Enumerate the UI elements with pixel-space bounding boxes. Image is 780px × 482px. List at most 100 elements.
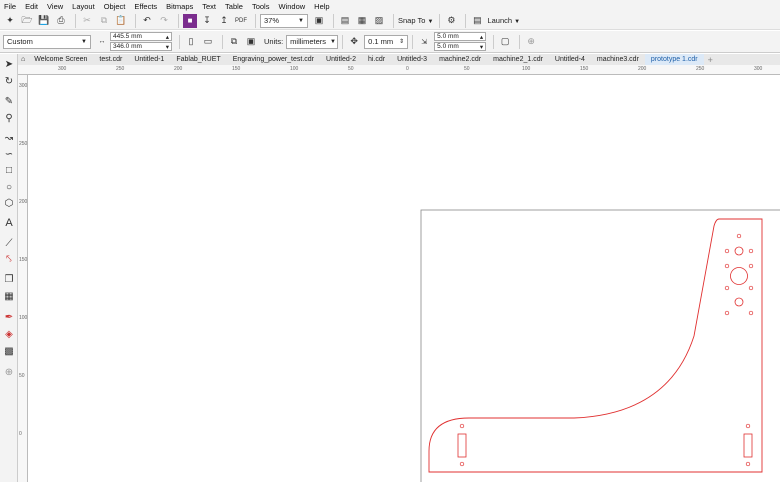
connector-tool-icon[interactable]: ⤣ <box>2 252 16 266</box>
zoom-level-combo[interactable]: 37% ▼ <box>260 13 308 28</box>
tab-document[interactable]: machine2.cdr <box>433 54 487 65</box>
ruler-tick-label: 250 <box>19 141 28 147</box>
save-icon[interactable]: 💾 <box>37 14 51 28</box>
menu-window[interactable]: Window <box>278 2 305 11</box>
export-icon[interactable]: ↥ <box>217 14 231 28</box>
page-width-field[interactable]: 445.5 mm ▴ <box>110 32 172 41</box>
zoom-tool-icon[interactable]: ⚲ <box>2 111 16 125</box>
menu-table[interactable]: Table <box>225 2 243 11</box>
options-gear-icon[interactable]: ⚙ <box>444 14 458 28</box>
ruler-tick-label: 150 <box>580 66 589 72</box>
freehand-tool-icon[interactable]: ↝ <box>2 131 16 145</box>
duplicate-y-field[interactable]: 5.0 mm ▾ <box>434 42 487 51</box>
tab-document[interactable]: machine3.cdr <box>591 54 645 65</box>
cut-icon[interactable]: ✂ <box>80 14 94 28</box>
eyedropper-tool-icon[interactable]: ✒ <box>2 310 16 324</box>
duplicate-distance-icon: ⇲ <box>421 38 428 46</box>
publish-pdf-icon[interactable]: PDF <box>234 14 248 28</box>
pick-tool-icon[interactable]: ➤ <box>2 57 16 71</box>
page-height-field[interactable]: 346.0 mm ▾ <box>110 42 172 51</box>
page-height-value: 346.0 mm <box>113 43 142 50</box>
all-pages-icon[interactable]: ⧉ <box>227 35 241 49</box>
landscape-icon[interactable]: ▭ <box>201 35 215 49</box>
ruler-tick-label: 200 <box>19 199 28 205</box>
ruler-tick-label: 50 <box>464 66 470 72</box>
tab-document[interactable]: hi.cdr <box>362 54 391 65</box>
snap-to-dropdown[interactable]: Snap To ▼ <box>398 16 433 25</box>
polygon-tool-icon[interactable]: ⬡ <box>2 196 16 210</box>
tab-document[interactable]: Engraving_power_test.cdr <box>227 54 320 65</box>
undo-icon[interactable]: ↶ <box>140 14 154 28</box>
ellipse-tool-icon[interactable]: ○ <box>2 180 16 194</box>
page-size-combo[interactable]: Custom ▼ <box>3 34 91 49</box>
open-folder-icon[interactable]: 🗁 <box>20 14 34 28</box>
separator <box>493 34 495 49</box>
search-content-icon[interactable]: ■ <box>183 13 197 28</box>
show-guidelines-icon[interactable]: ▨ <box>372 14 386 28</box>
tab-document[interactable]: machine2_1.cdr <box>487 54 549 65</box>
portrait-icon[interactable]: ▯ <box>184 35 198 49</box>
add-icon[interactable]: ⊕ <box>524 35 538 49</box>
interactive-fill-icon[interactable]: ◈ <box>2 327 16 341</box>
text-tool-icon[interactable]: A <box>2 216 16 230</box>
parallel-dimension-icon[interactable]: ⟋ <box>2 236 16 250</box>
add-tool-icon[interactable]: ⊕ <box>2 365 16 379</box>
menu-file[interactable]: File <box>4 2 16 11</box>
tab-document[interactable]: prototype 1.cdr <box>644 54 704 65</box>
redo-icon[interactable]: ↷ <box>157 14 171 28</box>
drop-shadow-icon[interactable]: ❐ <box>2 272 16 286</box>
ruler-tick-label: 50 <box>348 66 354 72</box>
ruler-tick-label: 200 <box>174 66 183 72</box>
units-combo[interactable]: millimeters ▼ <box>286 34 339 49</box>
property-bar: Custom ▼ ↔ 445.5 mm ▴ 346.0 mm ▾ ▯ ▭ ⧉ ▣ Un… <box>0 31 780 53</box>
menu-edit[interactable]: Edit <box>25 2 38 11</box>
tab-document[interactable]: Untitled-4 <box>549 54 591 65</box>
home-icon[interactable]: ⌂ <box>18 54 28 65</box>
page-width-value: 445.5 mm <box>113 33 142 40</box>
shape-tool-icon[interactable]: ↻ <box>2 74 16 88</box>
show-rulers-icon[interactable]: ▤ <box>338 14 352 28</box>
tab-document[interactable]: Untitled-3 <box>391 54 433 65</box>
full-screen-icon[interactable]: ▣ <box>312 14 326 28</box>
duplicate-x-field[interactable]: 5.0 mm ▴ <box>434 32 487 41</box>
menu-object[interactable]: Object <box>104 2 126 11</box>
nudge-distance-field[interactable]: 0.1 mm ⇕ <box>364 34 409 49</box>
ruler-tick-label: 100 <box>19 315 28 321</box>
show-grid-icon[interactable]: ▦ <box>355 14 369 28</box>
tab-document[interactable]: test.cdr <box>93 54 128 65</box>
menu-effects[interactable]: Effects <box>134 2 157 11</box>
chevron-down-icon: ▼ <box>81 38 87 45</box>
smart-fill-icon[interactable]: ▩ <box>2 344 16 358</box>
vertical-ruler[interactable]: 300 250 200 150 100 50 0 <box>18 75 28 482</box>
paste-icon[interactable]: 📋 <box>114 14 128 28</box>
current-page-icon[interactable]: ▣ <box>244 35 258 49</box>
menu-tools[interactable]: Tools <box>252 2 270 11</box>
copy-icon[interactable]: ⧉ <box>97 14 111 28</box>
treat-as-filled-icon[interactable]: ▢ <box>498 35 512 49</box>
transparency-tool-icon[interactable]: ▦ <box>2 289 16 303</box>
print-icon[interactable]: ⎙ <box>54 14 68 28</box>
import-icon[interactable]: ↧ <box>200 14 214 28</box>
menu-bitmaps[interactable]: Bitmaps <box>166 2 193 11</box>
launch-icon[interactable]: ▤ <box>470 14 484 28</box>
launch-dropdown[interactable]: Launch ▼ <box>487 16 520 25</box>
menu-bar: File Edit View Layout Object Effects Bitmaps Te… <box>0 0 780 12</box>
standard-toolbar: ✦ 🗁 💾 ⎙ ✂ ⧉ 📋 ↶ ↷ ■ ↧ ↥ PDF 37% ▼ ▣ ▤ ▦ ▨… <box>0 12 780 30</box>
new-document-icon[interactable]: ✦ <box>3 14 17 28</box>
tab-document[interactable]: Welcome Screen <box>28 54 93 65</box>
tab-document[interactable]: Untitled-2 <box>320 54 362 65</box>
tab-document[interactable]: Untitled-1 <box>128 54 170 65</box>
menu-text[interactable]: Text <box>202 2 216 11</box>
tab-document[interactable]: Fablab_RUET <box>170 54 226 65</box>
menu-layout[interactable]: Layout <box>72 2 95 11</box>
drawing-canvas[interactable] <box>29 76 780 482</box>
zoom-level-value: 37% <box>264 16 280 25</box>
artistic-media-icon[interactable]: ∽ <box>2 147 16 161</box>
add-tab-icon[interactable]: + <box>704 55 717 65</box>
chevron-down-icon: ▼ <box>514 19 521 25</box>
menu-help[interactable]: Help <box>314 2 329 11</box>
menu-view[interactable]: View <box>47 2 63 11</box>
crop-tool-icon[interactable]: ✎ <box>2 94 16 108</box>
rectangle-tool-icon[interactable]: □ <box>2 163 16 177</box>
horizontal-ruler[interactable]: 300 250 200 150 100 50 0 50 100 150 200 250 300 <box>18 65 780 75</box>
